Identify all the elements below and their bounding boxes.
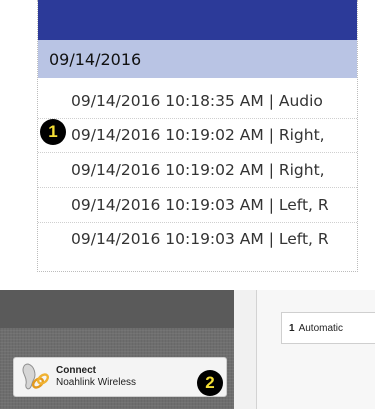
log-entry[interactable]: 09/14/2016 10:18:35 AM | Audio: [71, 92, 357, 116]
program-name: Automatic: [298, 322, 344, 334]
log-date-group-label: 09/14/2016: [49, 49, 142, 69]
connect-noahlink-button[interactable]: Connect Noahlink Wireless: [13, 357, 227, 397]
log-entry[interactable]: 09/14/2016 10:19:02 AM | Right,: [71, 161, 357, 185]
connect-subtitle: Noahlink Wireless: [56, 377, 137, 388]
hearing-aid-link-icon: [14, 357, 56, 397]
app-screenshot-panel: Connect Noahlink Wireless 1 Automatic: [0, 290, 375, 409]
app-main-area: 1 Automatic: [257, 290, 375, 409]
log-entry[interactable]: 09/14/2016 10:19:03 AM | Left, R: [71, 230, 357, 254]
panel-divider: [234, 290, 257, 409]
sidebar-top-bar: [0, 290, 234, 328]
log-entry[interactable]: 09/14/2016 10:19:02 AM | Right,: [71, 126, 357, 150]
log-entry[interactable]: 09/14/2016 10:19:03 AM | Left, R: [71, 196, 357, 220]
connect-text-block: Connect Noahlink Wireless: [56, 365, 136, 389]
row-divider: [38, 187, 357, 188]
log-date-group-header[interactable]: 09/14/2016: [38, 40, 357, 78]
connect-title: Connect: [56, 365, 96, 376]
session-log-panel: 09/14/2016 09/14/2016 10:18:35 AM | Audi…: [37, 0, 358, 272]
row-divider: [38, 152, 357, 153]
program-number: 1: [289, 322, 295, 334]
row-divider: [38, 222, 357, 223]
log-header-bar: [38, 0, 357, 40]
row-divider: [38, 118, 357, 119]
program-slot-1[interactable]: 1 Automatic: [281, 312, 375, 344]
callout-badge-2: 2: [197, 370, 223, 396]
callout-badge-1: 1: [40, 119, 66, 145]
